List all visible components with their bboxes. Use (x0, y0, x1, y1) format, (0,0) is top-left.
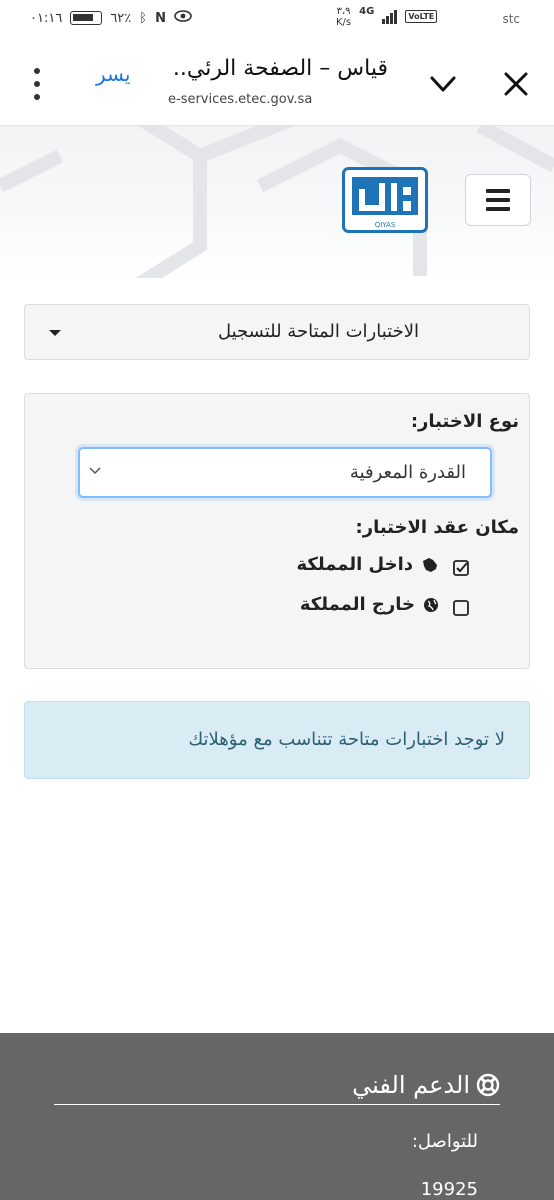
clock: ٠١:١٦ (30, 10, 63, 26)
location-option-inside[interactable]: داخل المملكة (296, 554, 439, 575)
checkbox-checked-icon[interactable] (453, 560, 469, 576)
qiyas-logo[interactable]: QIYAS (342, 167, 428, 233)
exam-filter-panel: نوع الاختبار: القدرة المعرفية مكان عقد ا… (24, 393, 530, 669)
checkbox-unchecked-icon[interactable] (453, 600, 469, 616)
volte-badge: VoLTE (405, 10, 438, 23)
caret-down-icon (49, 330, 61, 336)
system-status-bar: ٠١:١٦ ٦٢٪ ᛒ N ٣،٩ K/s 4G VoLTE stc (0, 0, 554, 40)
status-network: ٣،٩ K/s 4G VoLTE (336, 6, 438, 28)
lifebuoy-icon (476, 1073, 500, 1097)
location-inside-label: داخل المملكة (296, 554, 413, 575)
exam-type-value: القدرة المعرفية (349, 462, 466, 483)
page-title: قياس – الصفحة الرئي.. (172, 56, 388, 81)
svg-text:QIYAS: QIYAS (375, 221, 396, 229)
contact-label: للتواصل: (411, 1131, 478, 1152)
chevron-down-icon (89, 467, 101, 475)
network-type: 4G (359, 6, 375, 17)
globe-icon (424, 597, 438, 612)
saudi-map-icon (423, 557, 437, 572)
chevron-down-icon[interactable] (428, 70, 458, 98)
footer-divider (54, 1104, 500, 1105)
support-heading: الدعم الفني (352, 1071, 500, 1099)
more-options-icon[interactable] (30, 68, 44, 100)
network-speed: ٣،٩ K/s (336, 6, 352, 28)
menu-bar (486, 189, 510, 193)
available-exams-dropdown[interactable]: الاختبارات المتاحة للتسجيل (24, 304, 530, 360)
battery-percent: ٦٢٪ (110, 10, 132, 26)
custom-tab-toolbar: قياس – الصفحة الرئي.. e-services.etec.go… (0, 40, 554, 126)
exam-type-label: نوع الاختبار: (410, 411, 519, 432)
nfc-icon: N (155, 10, 166, 26)
carrier-name: stc (502, 12, 520, 26)
available-exams-label: الاختبارات المتاحة للتسجيل (217, 321, 419, 342)
hamburger-menu-button[interactable] (465, 174, 531, 226)
menu-bar (486, 198, 510, 202)
bluetooth-icon: ᛒ (139, 10, 148, 26)
close-icon[interactable] (502, 70, 530, 98)
support-heading-text: الدعم الفني (352, 1071, 470, 1099)
eye-icon (174, 10, 192, 26)
site-header: QIYAS (0, 126, 554, 278)
status-left: ٠١:١٦ ٦٢٪ ᛒ N (30, 10, 192, 26)
exam-type-select[interactable]: القدرة المعرفية (78, 447, 492, 498)
site-footer: الدعم الفني للتواصل: 19925 (0, 1033, 554, 1200)
toolbar-link[interactable]: يسر (96, 62, 130, 86)
support-phone[interactable]: 19925 (421, 1179, 478, 1200)
page-url: e-services.etec.gov.sa (168, 92, 313, 107)
exam-location-label: مكان عقد الاختبار: (355, 517, 519, 538)
menu-bar (486, 207, 510, 211)
no-exams-alert: لا توجد اختبارات متاحة تتناسب مع مؤهلاتك (24, 701, 530, 779)
alert-message: لا توجد اختبارات متاحة تتناسب مع مؤهلاتك (188, 729, 505, 750)
signal-icon (382, 8, 398, 24)
location-option-outside[interactable]: خارج المملكة (300, 594, 439, 615)
location-outside-label: خارج المملكة (299, 594, 415, 615)
battery-icon (70, 11, 103, 25)
